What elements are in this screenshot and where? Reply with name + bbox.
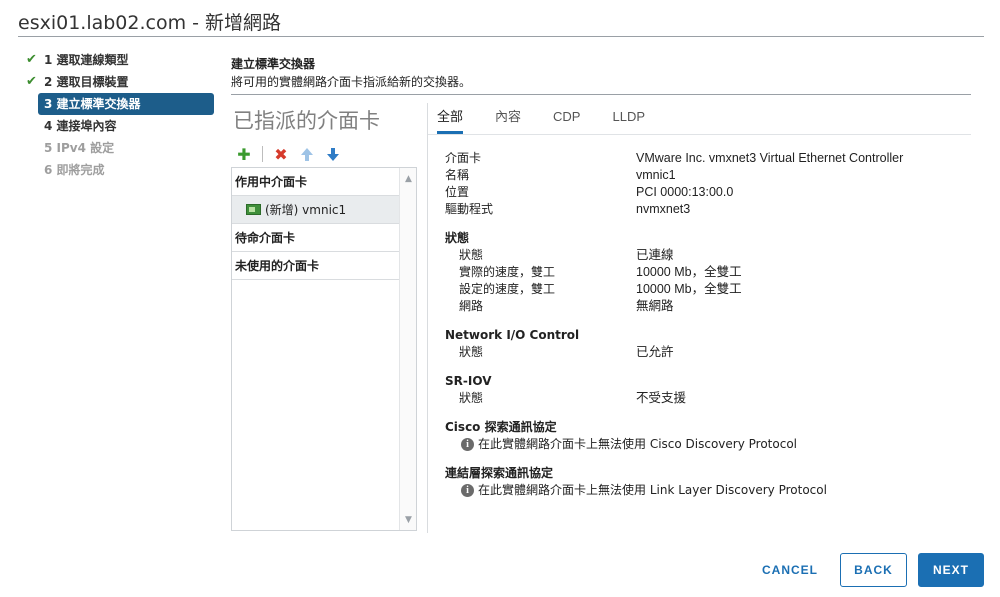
detail-key: 設定的速度，雙工 — [459, 282, 556, 296]
tab-properties[interactable]: 內容 — [495, 104, 521, 134]
check-icon: ✔ — [26, 52, 37, 67]
adapter-toolbar: ✚ ✖ — [236, 144, 341, 164]
adapter-label: (新增) vmnic1 — [265, 202, 347, 217]
chevron-up-icon[interactable]: ▲ — [400, 170, 417, 187]
step-ipv4-settings: 5 IPv4 設定 — [24, 137, 214, 159]
detail-key: 狀態 — [459, 391, 484, 405]
step-port-properties[interactable]: 4 連接埠內容 — [24, 115, 214, 137]
detail-value: 10000 Mb，全雙工 — [636, 282, 742, 296]
group-standby-adapters: 待命介面卡 — [232, 224, 400, 252]
lldp-heading: 連結層探索通訊協定 — [445, 466, 554, 480]
move-down-button[interactable] — [325, 146, 341, 162]
adapter-list-scrollbar[interactable]: ▲ ▼ — [399, 168, 416, 530]
plus-icon: ✚ — [237, 144, 251, 164]
step-select-connection-type[interactable]: ✔ 1 選取連線類型 — [24, 49, 214, 71]
detail-value: vmnic1 — [636, 168, 676, 182]
tab-cdp[interactable]: CDP — [553, 104, 580, 134]
detail-key: 實際的速度，雙工 — [459, 265, 556, 279]
panel-divider — [427, 103, 428, 533]
cdp-heading: Cisco 探索通訊協定 — [445, 420, 557, 434]
lldp-info: i 在此實體網路介面卡上無法使用 Link Layer Discovery Pr… — [445, 482, 975, 499]
detail-key: 狀態 — [459, 345, 484, 359]
info-text: 在此實體網路介面卡上無法使用 Cisco Discovery Protocol — [478, 437, 797, 451]
step-label: 4 連接埠內容 — [44, 119, 117, 133]
section-title: 建立標準交換器 — [231, 57, 316, 71]
network-adapter-icon — [246, 204, 261, 215]
cdp-info: i 在此實體網路介面卡上無法使用 Cisco Discovery Protoco… — [445, 436, 975, 453]
adapter-groups: 作用中介面卡 (新增) vmnic1 待命介面卡 未使用的介面卡 — [232, 168, 400, 530]
detail-value: VMware Inc. vmxnet3 Virtual Ethernet Con… — [636, 151, 904, 165]
detail-adapter: 介面卡 VMware Inc. vmxnet3 Virtual Ethernet… — [445, 150, 975, 167]
group-unused-adapters: 未使用的介面卡 — [232, 252, 400, 280]
tab-lldp[interactable]: LLDP — [612, 104, 645, 134]
step-label: 6 即將完成 — [44, 163, 105, 177]
assigned-adapters-heading: 已指派的介面卡 — [233, 109, 380, 133]
step-label: 1 選取連線類型 — [44, 53, 129, 67]
detail-value: 10000 Mb，全雙工 — [636, 265, 742, 279]
detail-value: 無網路 — [636, 299, 674, 313]
step-label: 3 建立標準交換器 — [44, 97, 141, 111]
group-active-adapters: 作用中介面卡 — [232, 168, 400, 196]
check-icon: ✔ — [26, 74, 37, 89]
window-title: esxi01.lab02.com - 新增網路 — [18, 12, 282, 34]
detail-location: 位置 PCI 0000:13:00.0 — [445, 184, 975, 201]
detail-value: nvmxnet3 — [636, 202, 691, 216]
chevron-down-icon[interactable]: ▼ — [400, 511, 417, 528]
remove-adapter-button[interactable]: ✖ — [273, 144, 289, 164]
step-ready-to-complete: 6 即將完成 — [24, 159, 214, 181]
detail-configured-speed: 設定的速度，雙工 10000 Mb，全雙工 — [445, 281, 975, 298]
detail-driver: 驅動程式 nvmxnet3 — [445, 201, 975, 218]
adapter-row-vmnic1[interactable]: (新增) vmnic1 — [232, 196, 400, 224]
add-adapter-button[interactable]: ✚ — [236, 144, 252, 164]
title-divider — [18, 36, 984, 37]
detail-nioc-status: 狀態 已允許 — [445, 344, 975, 361]
detail-sriov-status: 狀態 不受支援 — [445, 390, 975, 407]
detail-value: 已允許 — [636, 345, 674, 359]
arrow-up-icon — [301, 147, 313, 161]
step-label: 2 選取目標裝置 — [44, 75, 129, 89]
move-up-button[interactable] — [299, 146, 315, 162]
detail-value: 已連線 — [636, 248, 674, 262]
tabs-divider — [428, 134, 971, 135]
detail-key: 狀態 — [459, 248, 484, 262]
step-select-target-device[interactable]: ✔ 2 選取目標裝置 — [24, 71, 214, 93]
info-text: 在此實體網路介面卡上無法使用 Link Layer Discovery Prot… — [478, 483, 827, 497]
info-icon: i — [461, 484, 474, 497]
sriov-heading: SR-IOV — [445, 374, 492, 388]
status-heading: 狀態 — [445, 231, 470, 245]
adapter-details: 介面卡 VMware Inc. vmxnet3 Virtual Ethernet… — [445, 150, 975, 499]
toolbar-separator — [262, 146, 263, 162]
cancel-button[interactable]: CANCEL — [750, 553, 830, 587]
assigned-adapters-list: 作用中介面卡 (新增) vmnic1 待命介面卡 未使用的介面卡 ▲ ▼ — [231, 167, 417, 531]
info-icon: i — [461, 438, 474, 451]
detail-name: 名稱 vmnic1 — [445, 167, 975, 184]
close-icon: ✖ — [274, 144, 288, 164]
detail-networks: 網路 無網路 — [445, 298, 975, 315]
next-button[interactable]: NEXT — [918, 553, 984, 587]
section-divider — [231, 94, 971, 95]
detail-actual-speed: 實際的速度，雙工 10000 Mb，全雙工 — [445, 264, 975, 281]
back-button[interactable]: BACK — [840, 553, 907, 587]
detail-key: 網路 — [459, 299, 484, 313]
section-description: 將可用的實體網路介面卡指派給新的交換器。 — [231, 75, 472, 89]
detail-status: 狀態 已連線 — [445, 247, 975, 264]
detail-value: 不受支援 — [636, 391, 687, 405]
nioc-heading: Network I/O Control — [445, 328, 580, 342]
detail-key: 名稱 — [445, 168, 470, 182]
wizard-steps: ✔ 1 選取連線類型 ✔ 2 選取目標裝置 3 建立標準交換器 4 連接埠內容 … — [24, 49, 214, 181]
step-label: 5 IPv4 設定 — [44, 141, 115, 155]
detail-key: 介面卡 — [445, 151, 482, 165]
detail-key: 位置 — [445, 185, 470, 199]
step-create-standard-switch[interactable]: 3 建立標準交換器 — [38, 93, 214, 115]
detail-key: 驅動程式 — [445, 202, 494, 216]
detail-value: PCI 0000:13:00.0 — [636, 185, 734, 199]
tab-all[interactable]: 全部 — [437, 104, 464, 134]
arrow-down-icon — [327, 147, 339, 161]
detail-tabs: 全部 內容 CDP LLDP — [437, 104, 677, 134]
